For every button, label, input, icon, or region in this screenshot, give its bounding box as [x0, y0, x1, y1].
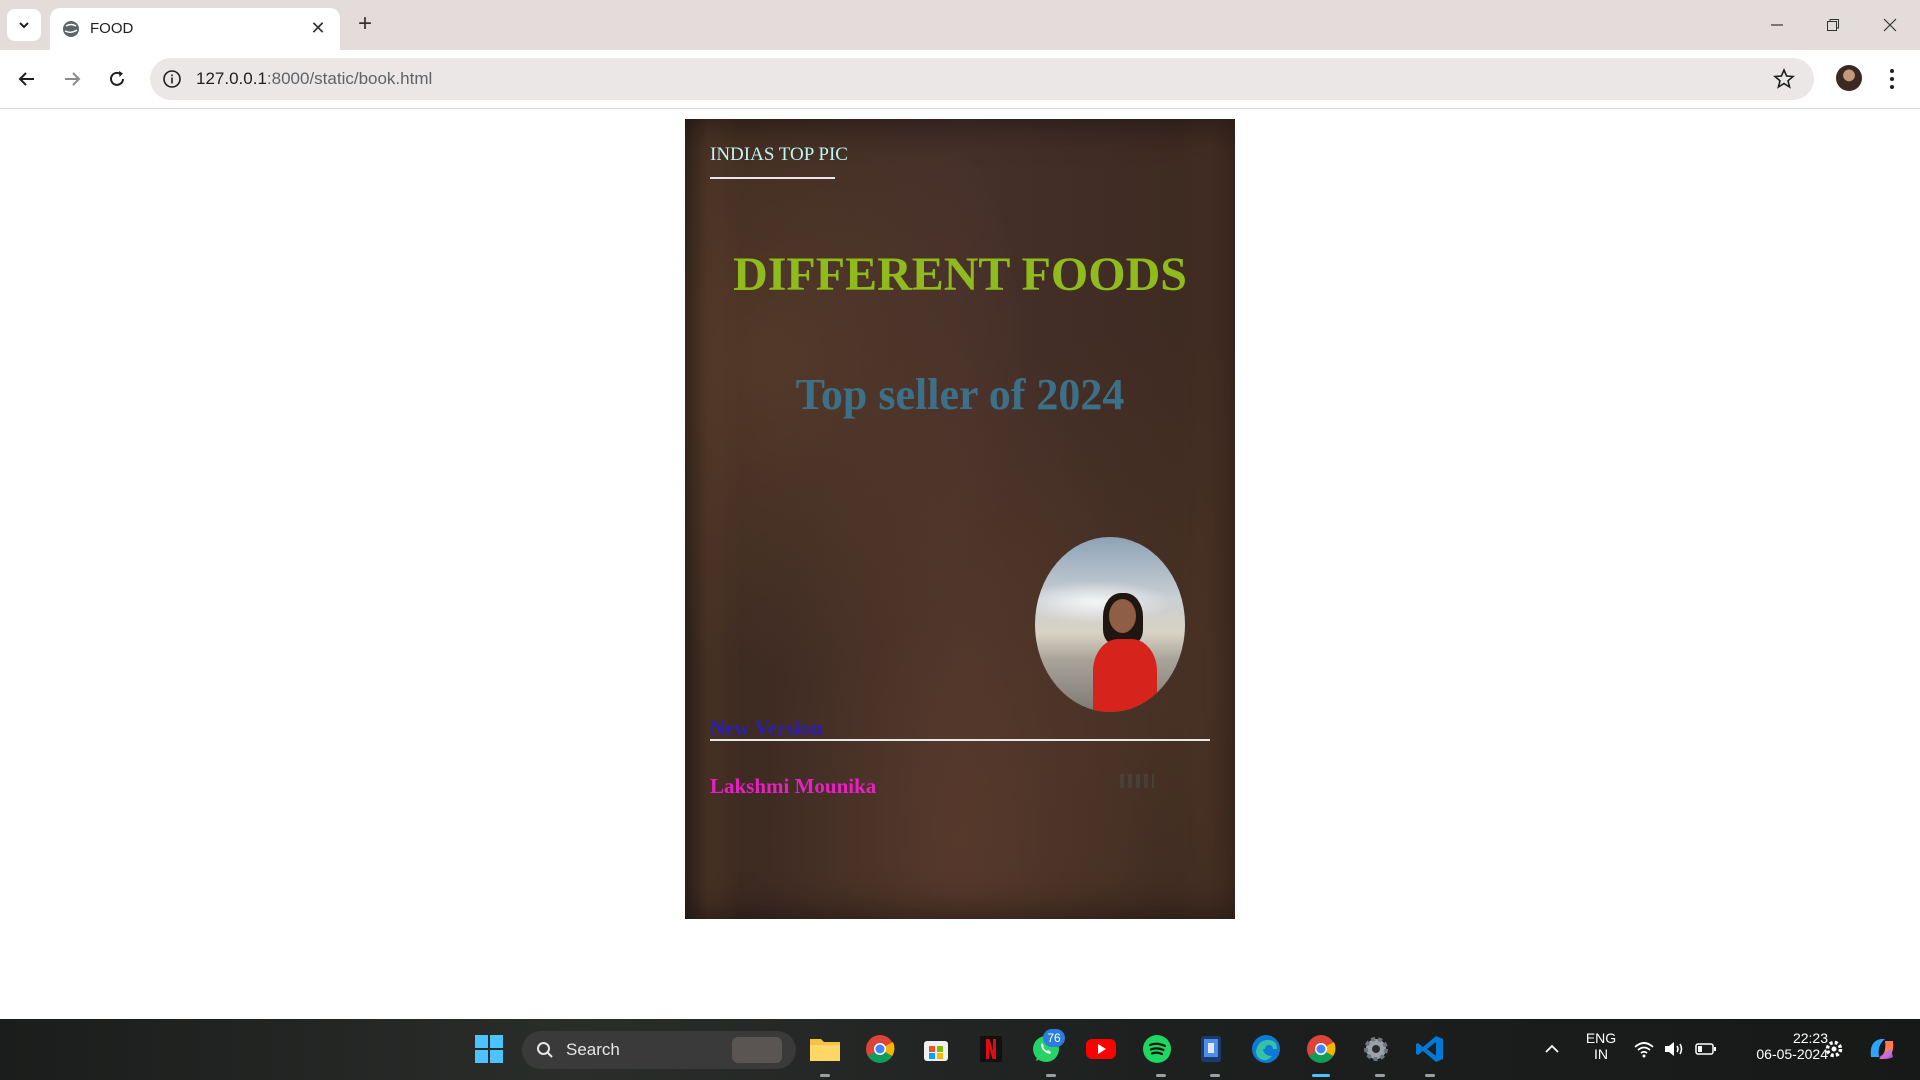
- active-indicator: [1312, 1074, 1330, 1077]
- spotify-icon: [1143, 1035, 1171, 1063]
- browser-tabstrip: FOOD ✕ +: [0, 0, 1920, 50]
- book-title: DIFFERENT FOODS: [733, 248, 1187, 301]
- youtube-icon: [1086, 1039, 1116, 1059]
- profile-avatar[interactable]: [1836, 65, 1862, 91]
- region-code: IN: [1594, 1046, 1608, 1062]
- reload-icon: [110, 71, 124, 86]
- taskbar-vscode[interactable]: [1413, 1032, 1447, 1066]
- chevron-down-icon: [19, 22, 29, 29]
- taskbar-search-label: Search: [566, 1040, 620, 1059]
- address-bar[interactable]: 127.0.0.1:8000/static/book.html: [150, 58, 1814, 100]
- search-icon: [537, 1042, 553, 1058]
- notification-settings[interactable]: [1819, 1032, 1849, 1066]
- running-indicator: [1375, 1074, 1385, 1077]
- taskbar-search[interactable]: Search: [522, 1031, 796, 1069]
- taskbar-chrome[interactable]: [863, 1032, 897, 1066]
- version-divider: [710, 739, 1210, 741]
- speaker-icon: [1665, 1042, 1683, 1056]
- running-indicator: [1046, 1074, 1056, 1077]
- taskbar-store[interactable]: [919, 1032, 953, 1066]
- version-label: New Version: [710, 716, 823, 740]
- close-icon: [1883, 18, 1897, 32]
- browser-tab-food[interactable]: FOOD ✕: [50, 8, 340, 50]
- clock[interactable]: 22:23 06-05-2024: [1728, 1030, 1828, 1062]
- book-cover: INDIAS TOP PIC DIFFERENT FOODS Top selle…: [685, 119, 1235, 919]
- clock-time: 22:23: [1792, 1030, 1828, 1046]
- taskbar-youtube[interactable]: [1084, 1032, 1118, 1066]
- tag-underline: [710, 177, 835, 179]
- minimize-button[interactable]: [1762, 12, 1792, 38]
- wifi-icon: [1634, 1042, 1654, 1058]
- volume-status[interactable]: [1660, 1032, 1688, 1066]
- more-menu-icon[interactable]: [1884, 65, 1900, 93]
- netflix-icon: [980, 1036, 1002, 1062]
- book-subtitle: Top seller of 2024: [795, 370, 1125, 419]
- show-hidden-icons-button[interactable]: [1535, 1032, 1569, 1066]
- phone-link-icon: [1201, 1036, 1221, 1062]
- url-host: 127.0.0.1: [196, 69, 267, 88]
- photo-face: [1109, 599, 1136, 633]
- gear-icon: [1825, 1040, 1843, 1058]
- reload-button[interactable]: [102, 64, 132, 94]
- minimize-icon: [1771, 24, 1783, 26]
- author-name: Lakshmi Mounika: [710, 774, 877, 798]
- page-viewport: INDIAS TOP PIC DIFFERENT FOODS Top selle…: [0, 109, 1920, 1019]
- running-indicator: [1210, 1074, 1220, 1077]
- url-text: 127.0.0.1:8000/static/book.html: [196, 69, 432, 89]
- edge-icon: [1252, 1035, 1280, 1063]
- taskbar-edge[interactable]: [1249, 1032, 1283, 1066]
- whatsapp-badge: 76: [1043, 1029, 1065, 1047]
- language-code: ENG: [1585, 1030, 1617, 1046]
- taskbar-netflix[interactable]: [974, 1032, 1008, 1066]
- running-indicator: [1156, 1074, 1166, 1077]
- language-indicator[interactable]: ENG IN: [1580, 1030, 1622, 1062]
- close-window-button[interactable]: [1875, 12, 1905, 38]
- battery-status[interactable]: [1692, 1032, 1720, 1066]
- bookmark-star-icon[interactable]: [1772, 67, 1796, 91]
- taskbar-spotify[interactable]: [1140, 1032, 1174, 1066]
- book-tag: INDIAS TOP PIC: [710, 144, 848, 165]
- taskbar-phone-link[interactable]: [1194, 1032, 1228, 1066]
- copilot-button[interactable]: [1864, 1032, 1900, 1066]
- taskbar-settings[interactable]: [1359, 1032, 1393, 1066]
- forward-button[interactable]: [57, 64, 87, 94]
- tab-close-icon[interactable]: ✕: [308, 18, 328, 38]
- battery-icon: [1695, 1043, 1716, 1055]
- taskbar: Search 76 ENG IN 22:23 06-05-2024: [0, 1019, 1920, 1080]
- taskbar-chrome-active[interactable]: [1304, 1032, 1338, 1066]
- wifi-status[interactable]: [1630, 1032, 1658, 1066]
- windows-icon: [475, 1035, 503, 1063]
- gear-icon: [1364, 1037, 1388, 1061]
- site-info-icon[interactable]: [162, 69, 182, 89]
- taskbar-file-explorer[interactable]: [808, 1032, 842, 1066]
- chevron-up-icon: [1545, 1044, 1559, 1053]
- back-button[interactable]: [12, 64, 42, 94]
- tab-search-button[interactable]: [7, 9, 41, 41]
- chrome-icon: [1307, 1035, 1336, 1063]
- store-icon: [924, 1041, 948, 1061]
- url-path: :8000/static/book.html: [266, 69, 433, 88]
- browser-toolbar: 127.0.0.1:8000/static/book.html: [0, 50, 1920, 109]
- running-indicator: [1425, 1074, 1435, 1077]
- vscode-icon: [1416, 1036, 1443, 1062]
- clock-date: 06-05-2024: [1756, 1046, 1828, 1062]
- start-button[interactable]: [472, 1032, 506, 1066]
- folder-icon: [810, 1039, 840, 1061]
- globe-icon: [63, 21, 79, 37]
- tab-title: FOOD: [90, 20, 134, 37]
- photo-dress: [1093, 639, 1157, 712]
- running-indicator: [820, 1074, 830, 1077]
- search-highlight-image: [732, 1037, 782, 1063]
- arrow-left-icon: [18, 72, 34, 86]
- arrow-right-icon: [65, 72, 81, 86]
- restore-icon: [1827, 19, 1839, 31]
- author-photo: [1035, 537, 1185, 712]
- copilot-icon: [1870, 1039, 1894, 1059]
- restore-button[interactable]: [1818, 12, 1848, 38]
- chrome-icon: [866, 1035, 895, 1063]
- author-signature-mark: [1120, 774, 1154, 788]
- new-tab-button[interactable]: +: [352, 12, 378, 38]
